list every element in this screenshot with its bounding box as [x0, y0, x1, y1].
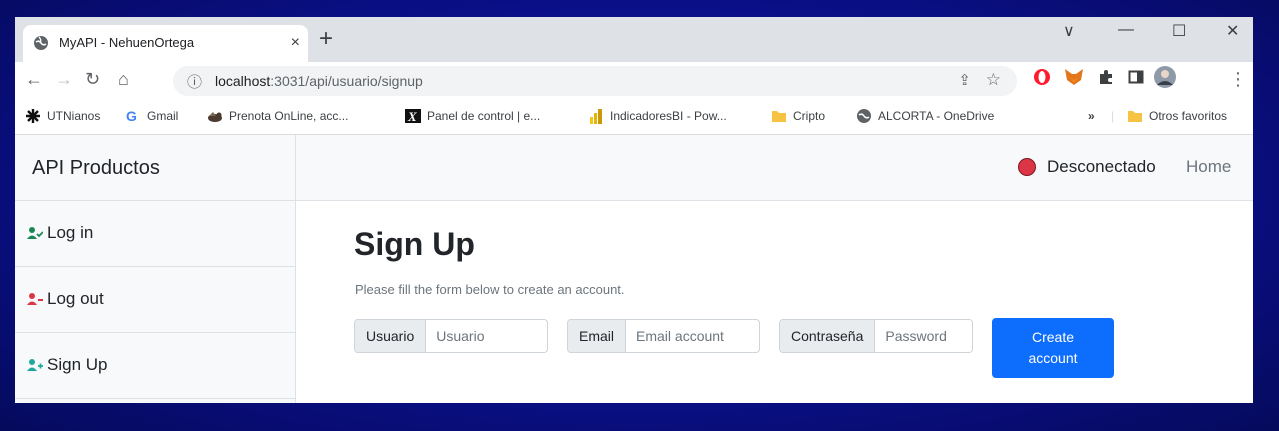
connection-status: Desconectado	[1047, 157, 1156, 176]
bookmark-item-otros[interactable]: Otros favoritos	[1127, 109, 1227, 125]
sidebar-item-signup[interactable]: Sign Up	[15, 333, 295, 399]
web-page: API Productos Log in Log out Sign Up Des…	[15, 135, 1253, 403]
sidebar-item-login[interactable]: Log in	[15, 201, 295, 267]
password-label: Contraseña	[780, 320, 876, 352]
form-description: Please fill the form below to create an …	[355, 282, 625, 297]
back-icon[interactable]: ←	[25, 69, 43, 90]
side-panel-icon[interactable]	[1128, 69, 1144, 90]
browser-tab[interactable]: MyAPI - NehuenOrtega ×	[23, 25, 308, 62]
address-bar[interactable]: ⓘ localhost:3031/api/usuario/signup ⇪ ☆	[173, 66, 1017, 96]
bookmark-item[interactable]: Prenota OnLine, acc...	[207, 109, 348, 125]
password-input[interactable]	[875, 320, 972, 352]
folder-icon	[771, 108, 787, 124]
sidebar: API Productos Log in Log out Sign Up	[15, 135, 296, 403]
bookmark-item[interactable]: IndicadoresBI - Pow...	[588, 109, 727, 125]
create-account-button[interactable]: Create account	[992, 318, 1114, 378]
password-input-group: Contraseña	[779, 319, 973, 353]
usuario-input[interactable]	[426, 320, 547, 352]
email-input-group: Email	[567, 319, 760, 353]
tab-search-icon[interactable]: ∨	[1063, 21, 1075, 41]
status-indicator-icon	[1018, 158, 1036, 176]
tab-strip: MyAPI - NehuenOrtega × + ∨ — ☐ ✕	[15, 17, 1253, 62]
more-bookmarks-icon[interactable]: »	[1088, 109, 1095, 123]
sidebar-item-label: Log in	[47, 223, 94, 242]
sidebar-item-label: Log out	[47, 289, 104, 308]
signup-form: Sign Up Please fill the form below to cr…	[296, 201, 1253, 403]
sidebar-item-logout[interactable]: Log out	[15, 267, 295, 333]
page-title: Sign Up	[354, 226, 475, 262]
home-link[interactable]: Home	[1186, 157, 1231, 177]
bookmark-item[interactable]: UTNianos	[25, 109, 100, 125]
bookmark-divider: |	[1111, 109, 1115, 123]
metamask-icon[interactable]	[1064, 68, 1084, 91]
bookmark-item[interactable]: X Panel de control | e...	[405, 109, 540, 125]
bookmark-item[interactable]: G Gmail	[125, 108, 178, 125]
svg-text:X: X	[407, 109, 417, 124]
user-plus-icon	[27, 357, 43, 371]
sidebar-item-label: Sign Up	[47, 355, 108, 374]
url-text: localhost:3031/api/usuario/signup	[215, 73, 423, 89]
globe-icon	[33, 35, 49, 51]
asterisk-icon	[25, 108, 41, 124]
home-icon[interactable]: ⌂	[118, 69, 129, 90]
globe-icon	[856, 108, 872, 124]
bookmark-star-icon[interactable]: ☆	[986, 70, 1001, 90]
email-input[interactable]	[626, 320, 757, 352]
extensions-icon[interactable]	[1098, 69, 1114, 90]
powerbi-icon	[588, 108, 604, 124]
google-icon: G	[125, 108, 141, 124]
bookmarks-bar: UTNianos G Gmail Prenota OnLine, acc... X…	[15, 100, 1253, 135]
forward-icon[interactable]: →	[55, 69, 73, 90]
bookmark-item[interactable]: Cripto	[771, 109, 825, 125]
svg-text:G: G	[126, 108, 137, 124]
x-logo-icon: X	[405, 108, 421, 124]
minimize-icon[interactable]: —	[1118, 21, 1134, 39]
browser-toolbar: ← → ↻ ⌂ ⓘ localhost:3031/api/usuario/sig…	[15, 62, 1253, 100]
bookmark-item[interactable]: ALCORTA - OneDrive	[856, 109, 994, 125]
site-info-icon[interactable]: ⓘ	[187, 71, 202, 92]
user-minus-icon	[27, 291, 43, 305]
tab-close-icon[interactable]: ×	[291, 34, 300, 52]
share-icon[interactable]: ⇪	[958, 71, 971, 89]
user-check-icon	[27, 225, 44, 239]
reload-icon[interactable]: ↻	[85, 69, 100, 90]
new-tab-button[interactable]: +	[319, 25, 333, 53]
sidebar-brand[interactable]: API Productos	[15, 135, 295, 201]
tab-title: MyAPI - NehuenOrtega	[59, 35, 195, 50]
maximize-icon[interactable]: ☐	[1172, 21, 1186, 41]
email-label: Email	[568, 320, 627, 352]
bird-icon	[207, 108, 223, 124]
folder-icon	[1127, 108, 1143, 124]
top-navbar: Desconectado Home	[296, 135, 1253, 201]
close-window-icon[interactable]: ✕	[1226, 21, 1239, 41]
usuario-input-group: Usuario	[354, 319, 548, 353]
opera-icon[interactable]	[1033, 68, 1051, 91]
browser-window: MyAPI - NehuenOrtega × + ∨ — ☐ ✕ ← → ↻ ⌂…	[15, 17, 1253, 403]
browser-menu-icon[interactable]: ⋮	[1229, 69, 1247, 90]
profile-avatar-icon[interactable]	[1154, 66, 1176, 93]
usuario-label: Usuario	[355, 320, 427, 352]
